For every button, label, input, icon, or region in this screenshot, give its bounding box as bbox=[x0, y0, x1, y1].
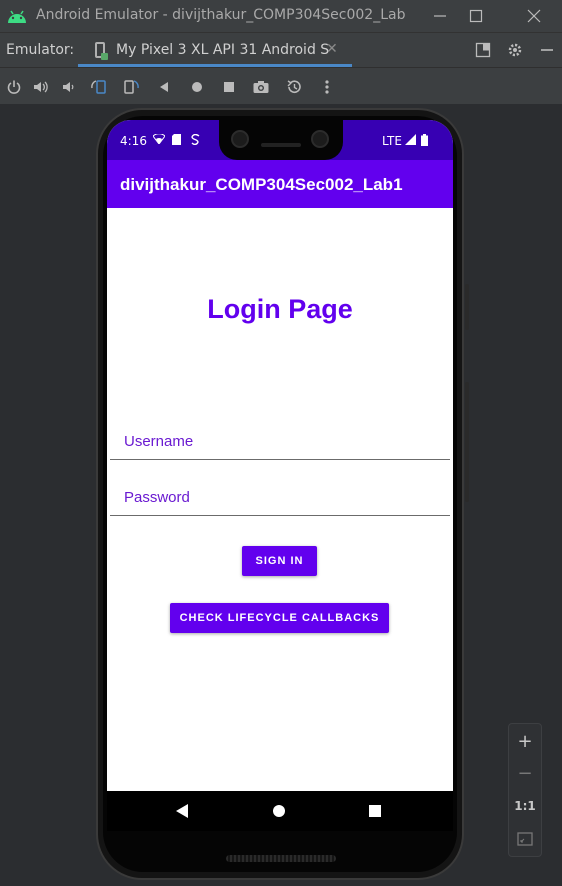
hide-panel-icon[interactable] bbox=[536, 39, 558, 61]
volume-up-icon[interactable] bbox=[30, 76, 52, 98]
signal-icon bbox=[405, 134, 416, 148]
volume-down-icon[interactable] bbox=[57, 76, 79, 98]
device-tab[interactable]: My Pixel 3 XL API 31 Android S ✕ bbox=[78, 33, 352, 67]
device-tab-title: My Pixel 3 XL API 31 Android S bbox=[116, 42, 330, 58]
emulator-tabbar: Emulator: My Pixel 3 XL API 31 Android S… bbox=[0, 32, 562, 67]
earpiece-speaker bbox=[261, 143, 301, 147]
wifi-icon bbox=[152, 133, 166, 147]
emulator-toolbar bbox=[0, 67, 562, 104]
home-icon[interactable] bbox=[186, 76, 208, 98]
nav-home-icon[interactable] bbox=[273, 805, 285, 817]
android-logo-icon bbox=[8, 10, 26, 23]
zoom-fit-icon[interactable] bbox=[509, 824, 541, 854]
bottom-speaker-grille bbox=[226, 855, 336, 862]
side-button[interactable] bbox=[465, 382, 469, 502]
gear-icon[interactable] bbox=[504, 39, 526, 61]
rotate-left-icon[interactable] bbox=[88, 76, 110, 98]
s-icon bbox=[191, 133, 200, 148]
layout-icon[interactable] bbox=[472, 39, 494, 61]
nav-recents-icon[interactable] bbox=[369, 805, 381, 817]
emulator-label: Emulator: bbox=[6, 42, 75, 58]
network-type: LTE bbox=[382, 134, 402, 148]
check-lifecycle-button[interactable]: CHECK LIFECYCLE CALLBACKS bbox=[170, 603, 389, 633]
app-title: divijthakur_COMP304Sec002_Lab1 bbox=[120, 175, 403, 194]
zoom-out-icon[interactable]: − bbox=[509, 758, 541, 788]
maximize-icon[interactable] bbox=[464, 4, 488, 28]
back-icon[interactable] bbox=[153, 76, 175, 98]
more-icon[interactable] bbox=[316, 76, 338, 98]
front-camera-right bbox=[311, 130, 329, 148]
nav-back-icon[interactable] bbox=[176, 804, 188, 818]
tab-close-icon[interactable]: ✕ bbox=[326, 41, 338, 57]
snapshot-icon[interactable] bbox=[283, 76, 305, 98]
zoom-1to1-button[interactable]: 1:1 bbox=[509, 791, 541, 821]
navigation-bar bbox=[107, 791, 453, 831]
phone-icon bbox=[95, 42, 108, 60]
overview-icon[interactable] bbox=[218, 76, 240, 98]
sd-card-icon bbox=[172, 134, 181, 148]
username-input[interactable] bbox=[110, 424, 450, 459]
device-screen: 4:16 LTE divijthakur_COMP304Sec002_Lab1 … bbox=[107, 120, 453, 831]
rotate-right-icon[interactable] bbox=[120, 76, 142, 98]
app-bar: divijthakur_COMP304Sec002_Lab1 bbox=[107, 160, 453, 208]
status-bar: 4:16 LTE bbox=[107, 120, 453, 160]
window-title: Android Emulator - divijthakur_COMP304Se… bbox=[36, 7, 406, 23]
power-icon[interactable] bbox=[3, 76, 25, 98]
password-input[interactable] bbox=[110, 480, 450, 515]
status-time: 4:16 bbox=[120, 134, 147, 148]
battery-icon bbox=[421, 134, 428, 149]
page-title: Login Page bbox=[207, 294, 353, 324]
close-icon[interactable] bbox=[522, 4, 546, 28]
volume-rocker[interactable] bbox=[465, 284, 469, 330]
screenshot-icon[interactable] bbox=[250, 76, 272, 98]
zoom-in-icon[interactable]: + bbox=[509, 726, 541, 756]
minimize-icon[interactable] bbox=[428, 4, 452, 28]
username-field bbox=[110, 424, 450, 460]
password-field bbox=[110, 480, 450, 516]
zoom-controls: + − 1:1 bbox=[508, 723, 542, 857]
sign-in-button[interactable]: SIGN IN bbox=[242, 546, 317, 576]
camera-notch bbox=[219, 120, 343, 160]
window-titlebar: Android Emulator - divijthakur_COMP304Se… bbox=[0, 0, 562, 32]
front-camera-left bbox=[231, 130, 249, 148]
